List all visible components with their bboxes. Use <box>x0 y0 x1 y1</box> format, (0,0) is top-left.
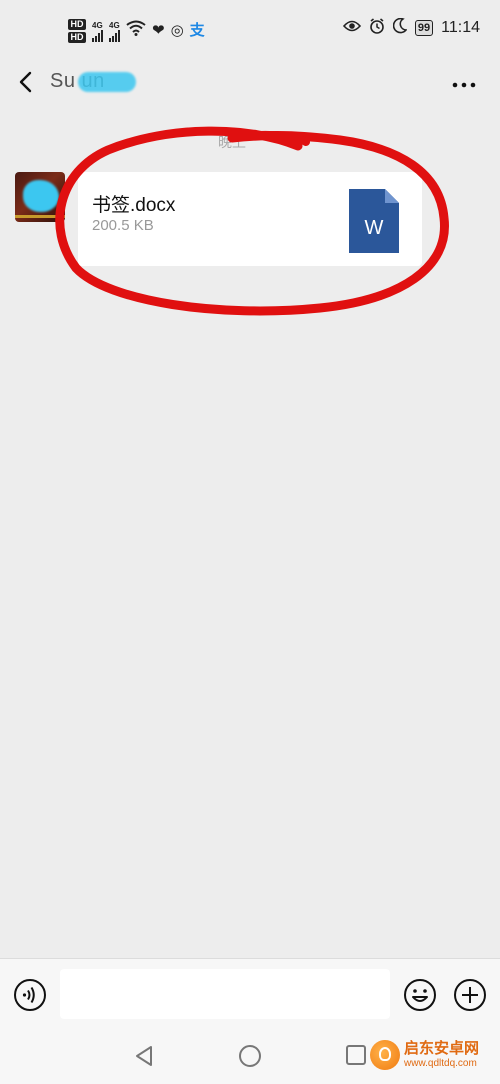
chat-input-bar <box>0 958 500 1033</box>
more-options-button[interactable] <box>452 72 476 92</box>
hd-badge: HD <box>68 32 86 43</box>
more-functions-button[interactable] <box>453 978 487 1012</box>
nav-recents-button[interactable] <box>345 1044 367 1066</box>
status-right: 99 11:14 <box>342 17 480 38</box>
emoji-button[interactable] <box>403 978 437 1012</box>
nav-back-button[interactable] <box>133 1044 155 1068</box>
avatar[interactable] <box>15 172 65 222</box>
chevron-left-icon <box>19 71 32 93</box>
nfc-icon: ◎ <box>170 22 184 39</box>
triangle-back-icon <box>136 1046 152 1066</box>
watermark-url: www.qdltdq.com <box>404 1057 477 1069</box>
battery-indicator: 99 <box>414 20 434 36</box>
signal-1: 4G <box>92 21 103 42</box>
message-input[interactable] <box>60 969 390 1019</box>
emoji-icon <box>404 979 436 1011</box>
hd-indicators: HD HD <box>68 19 86 43</box>
word-document-icon: W <box>349 189 399 253</box>
signal-2: 4G <box>109 21 120 42</box>
wifi-icon <box>126 20 146 42</box>
square-recents-icon <box>346 1045 366 1065</box>
network-type-label: 4G <box>92 20 103 30</box>
payment-icon: 支 <box>189 22 205 39</box>
circle-home-icon <box>239 1045 261 1067</box>
heart-pulse-icon: ❤ <box>152 22 165 39</box>
chat-header: Su un <box>0 60 500 104</box>
watermark-text: 启东安卓网 www.qdltdq.com <box>404 1041 479 1069</box>
more-dots-icon <box>452 82 476 88</box>
redacted-avatar-overlay <box>23 180 59 212</box>
alarm-icon <box>369 18 385 38</box>
redacted-name-overlay <box>78 72 136 92</box>
voice-icon <box>14 979 46 1011</box>
moon-icon <box>392 17 408 38</box>
message-timestamp: 晚上 <box>218 134 246 150</box>
site-watermark: 启东安卓网 www.qdltdq.com <box>370 1040 479 1070</box>
signal-bars-icon <box>109 29 120 42</box>
avatar-detail <box>15 215 65 218</box>
signal-bars-icon <box>92 29 103 42</box>
watermark-logo-icon <box>370 1040 400 1070</box>
file-message-card[interactable]: 书签.docx 200.5 KB W <box>78 172 422 266</box>
file-name: 书签.docx <box>92 195 176 216</box>
voice-input-button[interactable] <box>13 978 47 1012</box>
status-time: 11:14 <box>441 19 480 36</box>
hd-badge: HD <box>68 19 86 30</box>
eye-icon <box>342 19 361 37</box>
network-type-label: 4G <box>109 20 120 30</box>
file-size: 200.5 KB <box>92 217 154 234</box>
word-icon-letter: W <box>365 217 384 239</box>
status-left: HD HD 4G 4G ❤ ◎ 支 <box>68 14 205 48</box>
nav-home-button[interactable] <box>238 1044 262 1068</box>
status-bar: HD HD 4G 4G ❤ ◎ 支 99 11:14 <box>0 0 500 60</box>
watermark-name: 启东安卓网 <box>404 1040 480 1058</box>
back-button[interactable] <box>16 68 40 96</box>
plus-icon <box>454 979 486 1011</box>
